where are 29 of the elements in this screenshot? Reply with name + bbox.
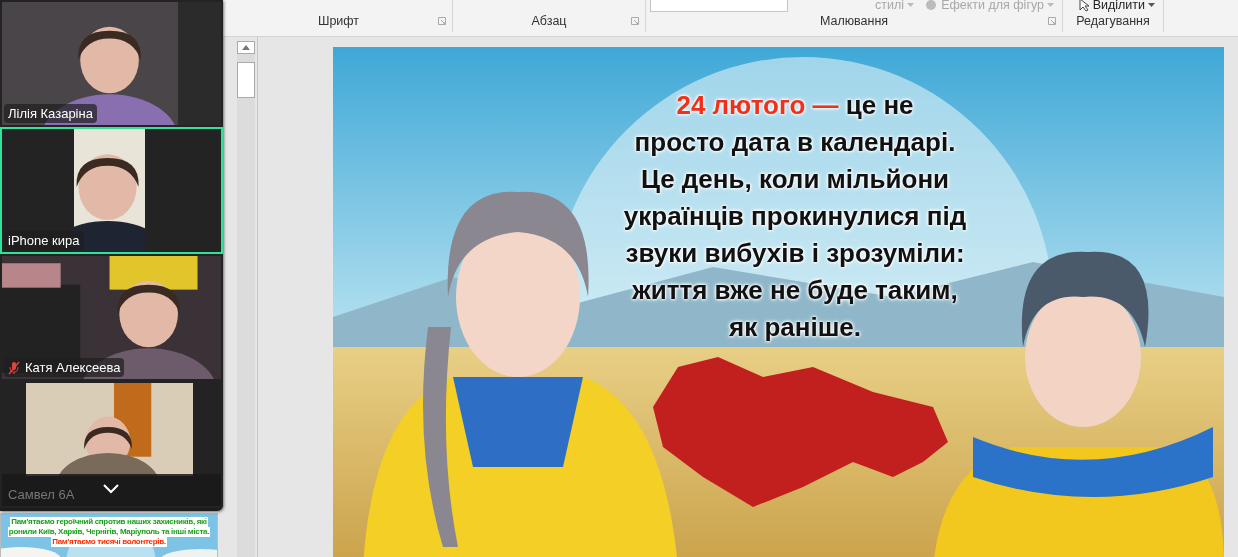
dialog-launcher-icon[interactable] — [631, 17, 639, 25]
participant-name: Самвел 6А — [8, 487, 75, 502]
caret-icon — [1047, 2, 1054, 8]
scrollbar-thumb[interactable] — [237, 62, 255, 98]
participant-name: Катя Алексеева — [25, 360, 121, 375]
ribbon-command[interactable]: Виділити — [1077, 0, 1155, 12]
thumbnail-text: ронили Київ, Харків, Чернігів, Маріуполь та інші міста. — [7, 527, 211, 537]
participant-name: iPhone кира — [8, 233, 80, 248]
video-tile[interactable]: Самвел 6А — [0, 381, 223, 508]
dialog-launcher-icon[interactable] — [438, 17, 446, 25]
group-label: Редагування — [1076, 14, 1150, 28]
scroll-up-button[interactable] — [237, 41, 255, 54]
group-label: Абзац — [531, 14, 567, 28]
up-arrow-icon — [242, 45, 250, 50]
dialog-launcher-icon[interactable] — [1048, 17, 1056, 25]
video-tile[interactable]: Лілія Казаріна — [0, 0, 223, 127]
caret-icon — [907, 2, 915, 8]
chevron-down-icon[interactable] — [103, 484, 119, 494]
group-label: Шрифт — [317, 14, 360, 28]
slide-thumbnail[interactable]: Пам'ятаємо героїчний спротив наших захисників, які ронили Київ, Харків, Чернігів, Маріуполь та інші міста. Пам'ятаємо тисячі волонтерів. — [0, 513, 218, 557]
effects-icon — [924, 0, 939, 11]
video-tile[interactable]: iPhone кира — [0, 127, 223, 254]
thumbnail-text: Пам'ятаємо героїчний спротив наших захисників, які — [10, 517, 208, 527]
caret-icon — [1148, 2, 1155, 8]
slide-text: 24 лютого — це не просто дата в календарі. Це день, коли мільйони українців прокинулися під звуки вибухів і зрозуміли: життя вже не буде таким, як раніше. — [622, 89, 968, 344]
group-label: Малювання — [819, 14, 889, 28]
thumbnail-text: Пам'ятаємо тисячі волонтерів. — [51, 537, 167, 547]
participant-name: Лілія Казаріна — [8, 106, 93, 121]
video-tile[interactable]: Катя Алексеева — [0, 254, 223, 381]
